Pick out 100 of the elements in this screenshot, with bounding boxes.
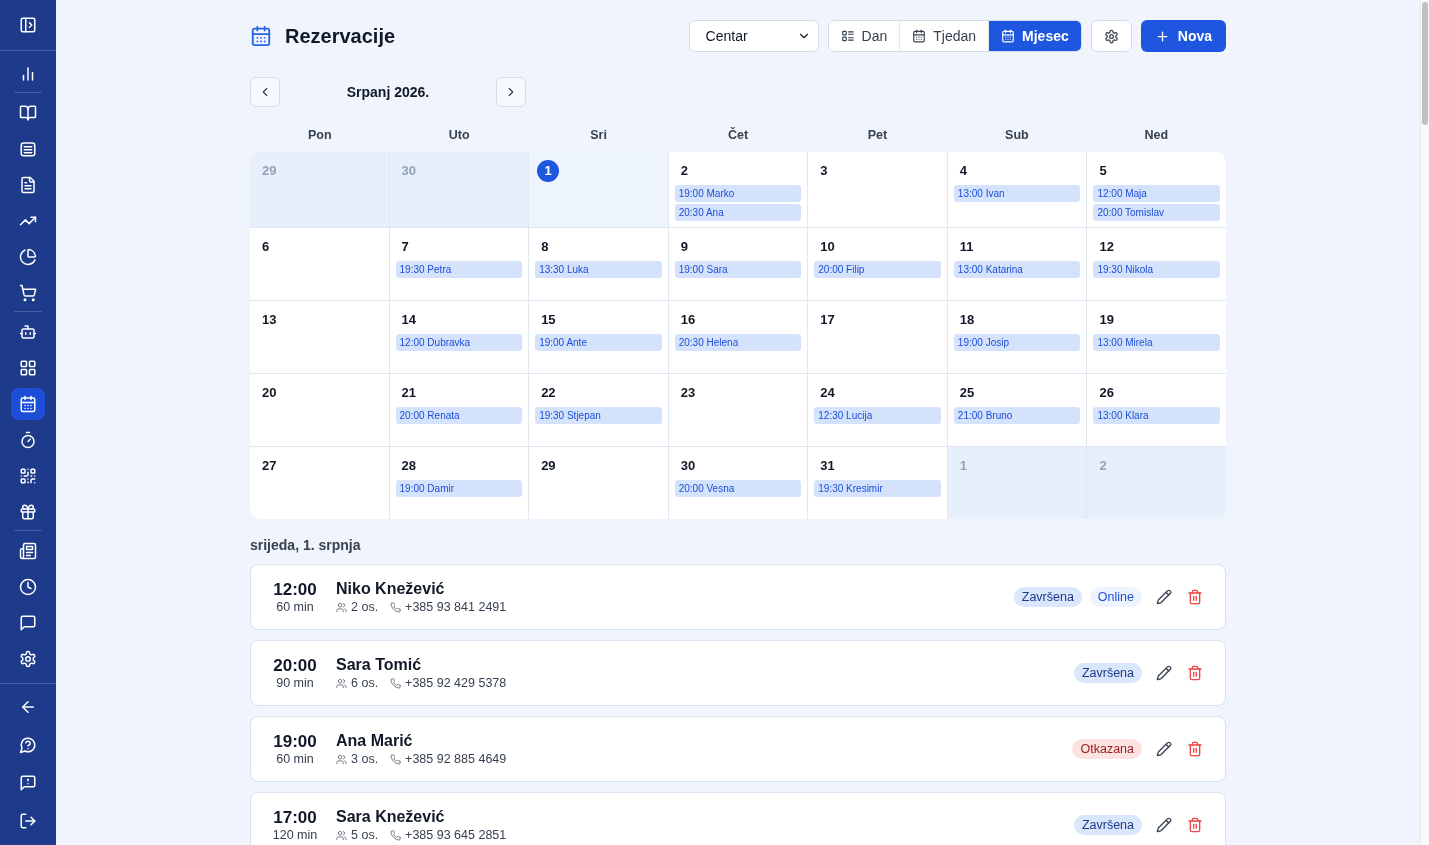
sidebar-item[interactable] (11, 388, 45, 420)
event-chip[interactable]: 20:00 Filip (814, 261, 941, 278)
day-number: 1 (537, 160, 560, 182)
event-chip[interactable]: 19:30 Kresimir (814, 480, 941, 497)
event-chip[interactable]: 13:00 Klara (1093, 407, 1220, 424)
calendar-day-cell[interactable]: 5 12:00 Maja 20:00 Tomislav (1087, 152, 1226, 227)
question-bubble-icon (19, 736, 37, 754)
event-chip[interactable]: 19:30 Petra (395, 261, 523, 278)
qr-code-icon (19, 467, 37, 485)
weekday-label: Pon (307, 127, 332, 144)
newspaper-icon (19, 542, 37, 560)
calendar-day-cell[interactable]: 28 19:00 Damir (389, 447, 529, 519)
calendar-day-cell[interactable]: 23 (668, 374, 808, 446)
event-chip[interactable]: 12:30 Lucija (814, 407, 941, 424)
day-number: 5 (1099, 163, 1107, 179)
calendar-day-cell[interactable]: 30 20:00 Vesna (668, 447, 808, 519)
calendar-day-cell[interactable]: 1 (529, 152, 668, 227)
day-number: 2 (680, 163, 688, 179)
calendar-day-cell[interactable]: 4 13:00 Ivan (947, 152, 1087, 227)
event-chip[interactable]: 19:00 Damir (395, 480, 523, 497)
location-select[interactable]: Centar (688, 20, 819, 52)
event-chip[interactable]: 12:00 Maja (1093, 185, 1220, 202)
calendar-day-cell[interactable]: 20 (250, 374, 389, 446)
calendar-day-cell[interactable]: 7 19:30 Petra (389, 228, 529, 300)
panel-toggle-icon (19, 16, 37, 34)
calendar-icon (250, 25, 272, 47)
view-tab[interactable]: Mjesec (988, 21, 1081, 51)
calendar-day-cell[interactable]: 13 (250, 301, 389, 373)
settings-button[interactable] (1090, 20, 1132, 52)
reservation-card[interactable]: 19:00 60 min Ana Marić 3 os. +385 92 885 4649 Otkazana (250, 716, 1226, 782)
reservation-card[interactable]: 17:00 120 min Sara Knežević 5 os. +385 93 645 2851 Završena (250, 792, 1226, 845)
reservation-card[interactable]: 12:00 60 min Niko Knežević 2 os. +385 93 841 2491 Završena Online (250, 564, 1226, 630)
cart-icon (19, 284, 37, 302)
calendar-day-cell[interactable]: 14 12:00 Dubravka (389, 301, 529, 373)
event-chip[interactable]: 19:30 Nikola (1093, 261, 1220, 278)
event-chip[interactable]: 19:30 Stjepan (535, 407, 662, 424)
new-reservation-button[interactable]: Nova (1140, 20, 1226, 52)
phone-number: +385 92 885 4649 (405, 752, 507, 767)
event-chip[interactable]: 13:30 Luka (535, 261, 662, 278)
calendar-day-cell[interactable]: 11 13:00 Katarina (947, 228, 1087, 300)
weekday-label: Uto (448, 127, 470, 144)
event-chip[interactable]: 19:00 Ante (535, 334, 662, 351)
calendar-day-cell[interactable]: 26 13:00 Klara (1087, 374, 1226, 446)
calendar-day-cell[interactable]: 31 19:30 Kresimir (808, 447, 947, 519)
calendar-day-cell[interactable]: 3 (808, 152, 947, 227)
calendar-day-cell[interactable]: 8 13:30 Luka (529, 228, 668, 300)
reservation-time: 17:00 (273, 807, 317, 828)
calendar-day-cell[interactable]: 24 12:30 Lucija (808, 374, 947, 446)
day-number: 10 (820, 239, 835, 255)
calendar-day-cell[interactable]: 19 13:00 Mirela (1087, 301, 1226, 373)
event-chip[interactable]: 20:00 Tomislav (1093, 204, 1220, 221)
calendar-day-cell[interactable]: 25 21:00 Bruno (947, 374, 1087, 446)
view-tab[interactable]: Dan (828, 21, 900, 51)
calendar-day-cell[interactable]: 2 19:00 Marko 20:30 Ana (668, 152, 808, 227)
calendar-day-cell[interactable]: 10 20:00 Filip (808, 228, 947, 300)
logout-icon (19, 812, 37, 830)
users-icon (336, 602, 347, 613)
list-box-icon (19, 140, 37, 158)
reservation-time: 12:00 (273, 579, 317, 600)
calendar-day-cell[interactable]: 6 (250, 228, 389, 300)
users-icon (336, 830, 347, 841)
calendar-day-cell[interactable]: 21 20:00 Renata (389, 374, 529, 446)
calendar-icon (19, 395, 37, 413)
calendar-day-cell[interactable]: 15 19:00 Ante (529, 301, 668, 373)
calendar-day-cell[interactable]: 17 (808, 301, 947, 373)
event-chip[interactable]: 12:00 Dubravka (395, 334, 523, 351)
event-chip[interactable]: 20:00 Renata (395, 407, 523, 424)
calendar-day-cell[interactable]: 16 20:30 Helena (668, 301, 808, 373)
calendar-day-cell[interactable]: 27 (250, 447, 389, 519)
day-number: 13 (262, 312, 277, 328)
event-chip[interactable]: 19:00 Sara (674, 261, 802, 278)
guest-count: 2 os. (351, 600, 379, 615)
day-number: 18 (959, 312, 975, 328)
day-number: 26 (1099, 385, 1114, 401)
calendar-day-cell[interactable]: 29 (529, 447, 668, 519)
day-number: 6 (262, 239, 270, 255)
event-chip[interactable]: 13:00 Katarina (953, 261, 1081, 278)
guest-count: 6 os. (351, 676, 379, 691)
calendar-day-cell[interactable]: 22 19:30 Stjepan (529, 374, 668, 446)
timer-icon (19, 431, 37, 449)
event-chip[interactable]: 19:00 Marko (674, 185, 802, 202)
scrollbar-thumb[interactable] (1422, 2, 1428, 125)
day-number: 29 (541, 458, 556, 474)
reservation-card[interactable]: 20:00 90 min Sara Tomić 6 os. +385 92 429 5378 Završena (250, 640, 1226, 706)
book-icon (19, 104, 37, 122)
selected-day-heading: srijeda, 1. srpnja (250, 537, 362, 554)
event-chip[interactable]: 19:00 Josip (953, 334, 1081, 351)
event-chip[interactable]: 13:00 Ivan (953, 185, 1081, 202)
calendar-day-cell[interactable]: 9 19:00 Sara (668, 228, 808, 300)
event-chip[interactable]: 13:00 Mirela (1093, 334, 1220, 351)
phone-icon (390, 830, 402, 841)
event-chip[interactable]: 21:00 Bruno (953, 407, 1081, 424)
calendar-day-cell[interactable]: 18 19:00 Josip (947, 301, 1087, 373)
day-number: 16 (680, 312, 696, 328)
event-chip[interactable]: 20:00 Vesna (674, 480, 802, 497)
guest-count: 5 os. (351, 828, 379, 843)
event-chip[interactable]: 20:30 Helena (674, 334, 802, 351)
calendar-day-cell[interactable]: 12 19:30 Nikola (1087, 228, 1226, 300)
plus-icon (1154, 28, 1170, 44)
event-chip[interactable]: 20:30 Ana (674, 204, 802, 221)
